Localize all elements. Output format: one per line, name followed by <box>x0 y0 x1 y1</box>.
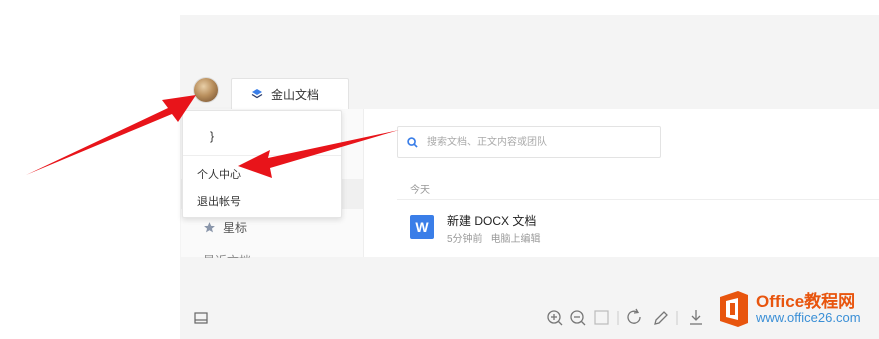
arrow-to-menu-icon <box>238 130 399 178</box>
annotation-arrows <box>26 95 399 178</box>
arrow-to-avatar-icon <box>26 95 196 175</box>
